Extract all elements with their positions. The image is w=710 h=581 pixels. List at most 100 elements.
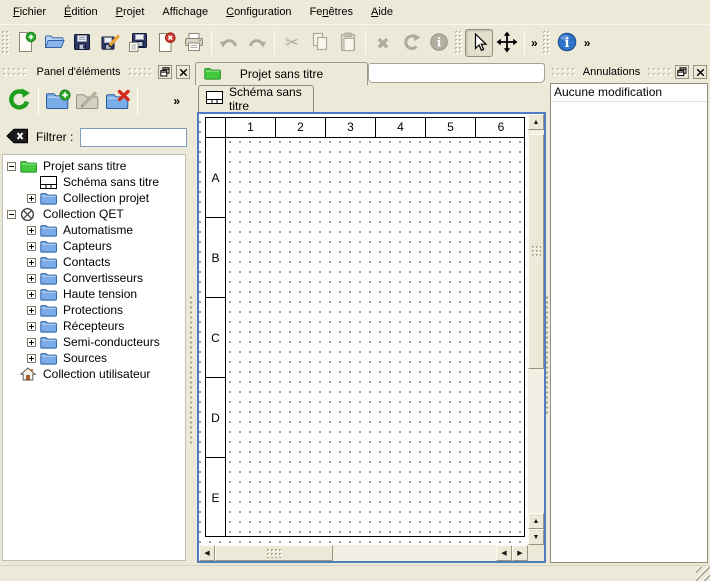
row-label: A bbox=[206, 138, 225, 218]
hscroll-left-button[interactable]: ◀ bbox=[199, 545, 215, 561]
tree-item-haute-tension[interactable]: Haute tension bbox=[3, 286, 185, 302]
close-panel-button[interactable] bbox=[176, 65, 190, 79]
tree-item-sources[interactable]: Sources bbox=[3, 350, 185, 366]
row-label: D bbox=[206, 378, 225, 458]
paste-button[interactable] bbox=[334, 29, 362, 57]
cut-button[interactable]: ✂ bbox=[278, 29, 306, 57]
save-as-button[interactable] bbox=[96, 29, 124, 57]
open-project-button[interactable] bbox=[40, 29, 68, 57]
row-label: C bbox=[206, 298, 225, 378]
print-button[interactable] bbox=[180, 29, 208, 57]
refresh-collections-button[interactable] bbox=[4, 86, 34, 116]
thumb-grip bbox=[267, 549, 282, 558]
project-tab[interactable]: Projet sans titre bbox=[195, 62, 368, 85]
tree-item-capteurs[interactable]: Capteurs bbox=[3, 238, 185, 254]
copy-icon bbox=[309, 31, 331, 56]
menu-edition[interactable]: Édition bbox=[55, 1, 107, 23]
qet-logo-icon bbox=[20, 207, 37, 222]
toolbar-overflow-button[interactable]: » bbox=[528, 36, 541, 50]
blue-folder-icon bbox=[40, 272, 57, 285]
pan-mode-button[interactable] bbox=[493, 29, 521, 57]
expand-icon[interactable] bbox=[27, 194, 36, 203]
menu-fenetres[interactable]: Fenêtres bbox=[301, 1, 362, 23]
tree-item-recepteurs[interactable]: Récepteurs bbox=[3, 318, 185, 334]
expand-icon[interactable] bbox=[27, 258, 36, 267]
copy-button[interactable] bbox=[306, 29, 334, 57]
hscroll-right-button[interactable]: ▶ bbox=[512, 545, 528, 561]
collapse-icon[interactable] bbox=[7, 162, 16, 171]
filter-input[interactable] bbox=[80, 128, 187, 147]
undo-list-item[interactable]: Aucune modification bbox=[551, 84, 707, 102]
horizontal-scrollbar[interactable]: ◀ ◀ ▶ bbox=[199, 545, 528, 561]
toolbar-drag-handle[interactable] bbox=[543, 31, 550, 55]
save-button[interactable] bbox=[68, 29, 96, 57]
collapse-icon[interactable] bbox=[7, 210, 16, 219]
tree-item-convertisseurs[interactable]: Convertisseurs bbox=[3, 270, 185, 286]
expand-icon[interactable] bbox=[27, 274, 36, 283]
clear-filter-button[interactable] bbox=[6, 128, 29, 147]
panel-overflow-button[interactable]: » bbox=[170, 94, 183, 108]
menu-affichage[interactable]: Affichage bbox=[153, 1, 217, 23]
vertical-scrollbar[interactable]: ▲ ▲ ▼ bbox=[528, 114, 544, 545]
close-panel-button[interactable] bbox=[693, 65, 707, 79]
expand-icon[interactable] bbox=[27, 354, 36, 363]
tree-item-schema-sans-titre[interactable]: Schéma sans titre bbox=[3, 174, 185, 190]
tree-item-projet-sans-titre[interactable]: Projet sans titre bbox=[3, 158, 185, 174]
right-splitter-handle[interactable] bbox=[545, 295, 549, 415]
tree-item-automatisme[interactable]: Automatisme bbox=[3, 222, 185, 238]
vscroll-up-button-2[interactable]: ▲ bbox=[528, 513, 544, 529]
undo-button[interactable] bbox=[215, 29, 243, 57]
info-blue-icon: i bbox=[556, 31, 578, 56]
menu-fichier[interactable]: Fichier bbox=[4, 1, 55, 23]
expand-icon[interactable] bbox=[27, 242, 36, 251]
vscroll-down-button[interactable]: ▼ bbox=[528, 529, 544, 545]
help-info-button[interactable]: i bbox=[553, 29, 581, 57]
expand-icon[interactable] bbox=[27, 226, 36, 235]
diagram-canvas[interactable]: 1 2 3 4 5 6 A B C D E bbox=[199, 114, 528, 545]
menu-configuration[interactable]: Configuration bbox=[217, 1, 300, 23]
vscroll-thumb[interactable] bbox=[528, 134, 544, 369]
new-category-button[interactable] bbox=[43, 86, 73, 116]
tree-item-collection-projet[interactable]: Collection projet bbox=[3, 190, 185, 206]
tree-item-semi-conducteurs[interactable]: Semi-conducteurs bbox=[3, 334, 185, 350]
float-panel-button[interactable] bbox=[158, 65, 172, 79]
rotate-button[interactable] bbox=[397, 29, 425, 57]
vscroll-up-button[interactable]: ▲ bbox=[528, 114, 544, 130]
float-panel-button[interactable] bbox=[675, 65, 689, 79]
tree-item-protections[interactable]: Protections bbox=[3, 302, 185, 318]
close-file-button[interactable] bbox=[152, 29, 180, 57]
tree-item-contacts[interactable]: Contacts bbox=[3, 254, 185, 270]
save-all-button[interactable] bbox=[124, 29, 152, 57]
blue-folder-icon bbox=[40, 336, 57, 349]
delete-button[interactable]: ✖ bbox=[369, 29, 397, 57]
delete-category-button[interactable] bbox=[103, 86, 133, 116]
new-document-button[interactable] bbox=[12, 29, 40, 57]
toolbar-drag-handle[interactable] bbox=[2, 31, 9, 55]
expand-icon[interactable] bbox=[27, 338, 36, 347]
toolbar-area: ✂ ✖ i » i » bbox=[0, 24, 710, 61]
window-resize-grip[interactable] bbox=[696, 567, 710, 581]
selection-mode-button[interactable] bbox=[465, 29, 493, 57]
expand-icon[interactable] bbox=[27, 290, 36, 299]
edit-category-button[interactable] bbox=[73, 86, 103, 116]
toolbar-drag-handle[interactable] bbox=[455, 31, 462, 55]
elements-panel: Panel d'éléments » Filtrer : Projet sans… bbox=[0, 62, 193, 563]
tree-item-collection-utilisateur[interactable]: Collection utilisateur bbox=[3, 366, 185, 382]
object-info-button[interactable]: i bbox=[425, 29, 453, 57]
right-arrow-icon: ▶ bbox=[517, 550, 522, 557]
expand-icon[interactable] bbox=[27, 306, 36, 315]
hscroll-thumb[interactable] bbox=[215, 545, 333, 561]
elements-panel-titlebar[interactable]: Panel d'éléments bbox=[0, 62, 193, 82]
hscroll-left-button-2[interactable]: ◀ bbox=[496, 545, 512, 561]
tree-item-collection-qet[interactable]: Collection QET bbox=[3, 206, 185, 222]
move-cross-icon bbox=[496, 31, 518, 56]
menu-aide[interactable]: Aide bbox=[362, 1, 402, 23]
undo-panel-titlebar[interactable]: Annulations bbox=[549, 62, 710, 82]
redo-button[interactable] bbox=[243, 29, 271, 57]
menu-projet[interactable]: Projet bbox=[107, 1, 154, 23]
left-splitter-handle[interactable] bbox=[189, 295, 193, 445]
schema-tab[interactable]: Schéma sans titre bbox=[198, 85, 314, 112]
blue-folder-icon bbox=[40, 224, 57, 237]
expand-icon[interactable] bbox=[27, 322, 36, 331]
toolbar-overflow-button[interactable]: » bbox=[581, 36, 594, 50]
